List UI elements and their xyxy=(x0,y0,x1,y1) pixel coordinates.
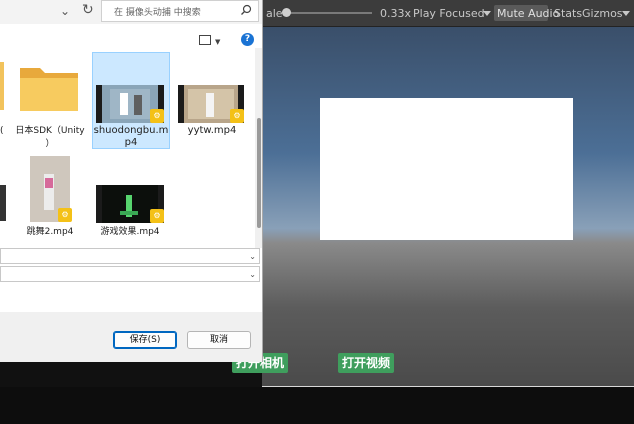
folder-item[interactable] xyxy=(16,58,84,118)
file-type-select[interactable]: ⌄ xyxy=(0,266,260,282)
chevron-down-icon[interactable] xyxy=(483,11,491,16)
save-button[interactable]: 保存(S) xyxy=(113,331,177,349)
scale-label-partial: ale xyxy=(266,7,283,20)
search-icon xyxy=(241,4,252,15)
video-label-cont: p4 xyxy=(124,137,138,148)
dialog-toolbar xyxy=(0,24,262,52)
help-icon[interactable]: ? xyxy=(241,33,254,46)
chevron-down-icon[interactable]: ⌄ xyxy=(249,270,256,279)
open-video-button[interactable]: 打开视频 xyxy=(338,353,395,373)
search-placeholder: 在 摄像头动捕 中搜索 xyxy=(114,8,201,18)
folder-icon xyxy=(20,68,78,111)
chevron-down-icon[interactable]: ⌄ xyxy=(249,252,256,261)
scrollbar-thumb[interactable] xyxy=(257,118,261,228)
video-label: 游戏效果.mp4 xyxy=(100,227,160,237)
editor-bottom-bar xyxy=(0,387,634,424)
view-mode-dropdown-icon[interactable]: ▼ xyxy=(215,38,220,46)
video-label: shuodongbu.m xyxy=(93,125,169,136)
person-figure xyxy=(120,93,128,115)
refresh-icon[interactable]: ↻ xyxy=(82,2,94,18)
save-file-dialog: ⌄ ↻ 在 摄像头动捕 中搜索 ▼ ? ( 日本SDK（Unity ） ⚙ sh… xyxy=(0,0,263,362)
video-item[interactable]: ⚙ xyxy=(178,85,244,123)
video-display-quad xyxy=(320,98,573,240)
mute-audio-button[interactable]: Mute Audio xyxy=(497,7,559,20)
play-focused-dropdown[interactable]: Play Focused xyxy=(413,7,485,20)
file-label-partial: ( xyxy=(0,126,4,136)
address-bar: ⌄ ↻ 在 摄像头动捕 中搜索 xyxy=(0,0,262,24)
person-figure xyxy=(206,93,214,117)
scale-slider-handle[interactable] xyxy=(282,8,291,17)
folder-label: 日本SDK（Unity xyxy=(15,126,85,136)
gizmos-button[interactable]: Gizmos xyxy=(582,7,623,20)
gizmos-dropdown-icon[interactable] xyxy=(622,11,630,16)
folder-label-cont: ） xyxy=(45,139,55,149)
search-input[interactable]: 在 摄像头动捕 中搜索 xyxy=(101,0,259,22)
player-badge-icon: ⚙ xyxy=(150,109,164,123)
cancel-button[interactable]: 取消 xyxy=(187,331,251,349)
video-item[interactable]: ⚙ xyxy=(96,185,164,223)
file-name-field[interactable]: ⌄ xyxy=(0,248,260,264)
player-badge-icon: ⚙ xyxy=(58,208,72,222)
video-label: 跳舞2.mp4 xyxy=(26,227,74,237)
view-mode-icon[interactable] xyxy=(199,35,211,45)
folder-icon-partial[interactable] xyxy=(0,62,4,110)
chevron-down-icon[interactable]: ⌄ xyxy=(60,4,70,18)
scale-value: 0.33x xyxy=(380,7,412,20)
player-badge-icon: ⚙ xyxy=(230,109,244,123)
player-badge-icon: ⚙ xyxy=(150,209,164,223)
video-item[interactable]: ⚙ xyxy=(30,156,72,222)
video-thumbnail-partial[interactable] xyxy=(0,185,6,221)
stats-button[interactable]: Stats xyxy=(554,7,582,20)
video-label: yytw.mp4 xyxy=(187,125,237,136)
video-item-selected[interactable]: ⚙ xyxy=(96,85,164,123)
scale-slider-track[interactable] xyxy=(286,12,372,14)
